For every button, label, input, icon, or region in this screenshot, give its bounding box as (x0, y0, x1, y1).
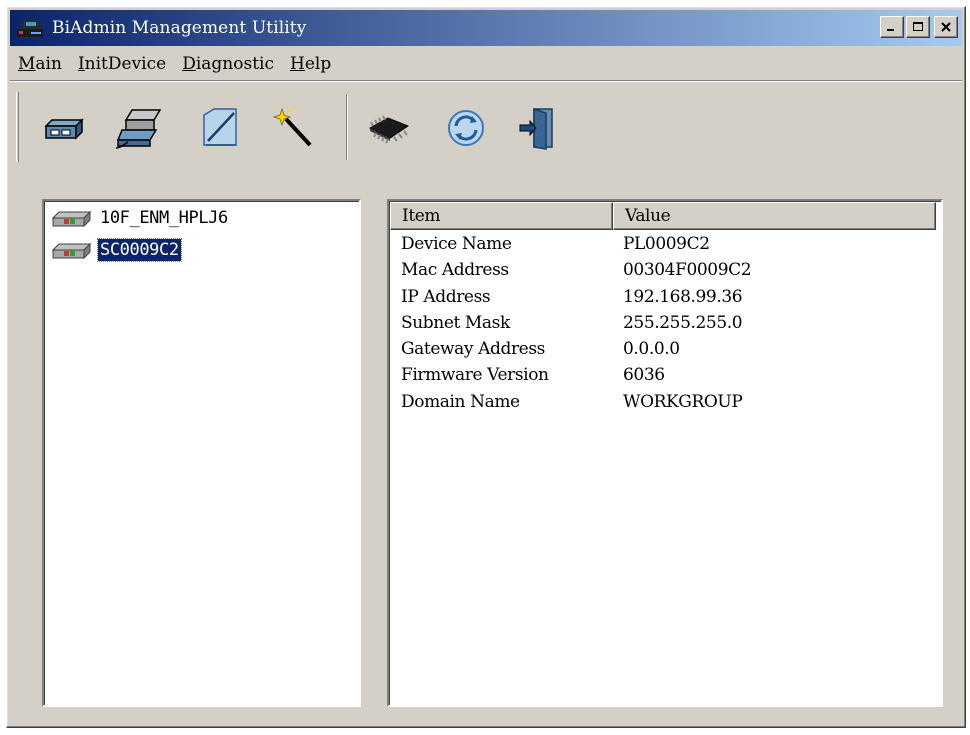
menu-diagnostic-label: iagnostic (195, 54, 274, 74)
menu-bar: Main InitDevice Diagnostic Help (10, 49, 339, 79)
list-row[interactable]: Device Name PL0009C2 (390, 231, 938, 257)
row-item: Subnet Mask (401, 312, 510, 333)
device-icon (51, 242, 92, 260)
window-title: BiAdmin Management Utility (52, 18, 307, 38)
menu-diagnostic-accel: D (182, 54, 196, 74)
list-header: Item Value (390, 202, 936, 230)
menu-main-label: ain (35, 54, 62, 74)
row-item: IP Address (401, 286, 491, 307)
row-item: Domain Name (401, 391, 520, 412)
menu-separator (10, 80, 962, 82)
menu-help-accel: H (290, 54, 305, 74)
row-value: WORKGROUP (623, 391, 743, 412)
printer-server-icon (115, 109, 162, 149)
row-item: Mac Address (401, 260, 509, 281)
exit-button[interactable] (510, 100, 566, 156)
wizard-button[interactable] (266, 100, 322, 156)
column-header-item[interactable]: Item (390, 202, 613, 230)
toolbar-separator (346, 94, 348, 160)
tree-item-device-2[interactable]: SC0009C2 (50, 237, 182, 263)
tree-item-device-1[interactable]: 10F_ENM_HPLJ6 (50, 205, 230, 231)
menu-initdevice-accel: I (77, 54, 85, 74)
row-item: Firmware Version (401, 365, 549, 386)
exit-door-icon (519, 107, 553, 150)
app-icon[interactable] (16, 17, 44, 39)
magic-wand-icon (272, 106, 312, 147)
list-row[interactable]: Firmware Version 6036 (390, 362, 938, 388)
list-rows: Device Name PL0009C2 Mac Address 00304F0… (390, 231, 938, 415)
list-row[interactable]: Domain Name WORKGROUP (390, 389, 938, 415)
title-bar[interactable]: BiAdmin Management Utility (10, 10, 962, 46)
close-icon (941, 22, 951, 32)
menu-initdevice[interactable]: InitDevice (70, 50, 174, 78)
maximize-icon (913, 22, 923, 31)
network-device-icon (44, 118, 84, 140)
row-item: Gateway Address (401, 339, 545, 360)
window-controls (880, 16, 958, 38)
maximize-button[interactable] (906, 16, 930, 38)
menu-main-accel: M (18, 54, 36, 74)
list-row[interactable]: Mac Address 00304F0009C2 (390, 257, 938, 283)
printer-server-button[interactable] (112, 100, 168, 156)
minimize-icon (887, 29, 894, 31)
list-row[interactable]: Subnet Mask 255.255.255.0 (390, 310, 938, 336)
row-value: 0.0.0.0 (623, 339, 680, 360)
row-value: 255.255.255.0 (623, 312, 743, 333)
refresh-icon (448, 110, 484, 146)
app-window: BiAdmin Management Utility Main InitDevi… (6, 6, 966, 728)
tree-item-label: 10F_ENM_HPLJ6 (100, 208, 228, 228)
row-value: 192.168.99.36 (623, 286, 743, 307)
device-icon (51, 210, 92, 228)
menu-diagnostic[interactable]: Diagnostic (174, 50, 282, 78)
row-item: Device Name (401, 234, 512, 254)
list-row[interactable]: IP Address 192.168.99.36 (390, 284, 938, 310)
row-value: PL0009C2 (623, 234, 710, 254)
toolbar-grip[interactable] (16, 92, 19, 162)
row-value: 00304F0009C2 (623, 260, 752, 281)
network-device-button[interactable] (36, 100, 92, 156)
menu-help[interactable]: Help (282, 50, 339, 78)
edit-pencil-icon (203, 108, 237, 146)
tree-item-label-selected: SC0009C2 (97, 238, 182, 262)
column-header-value[interactable]: Value (613, 202, 936, 230)
list-row[interactable]: Gateway Address 0.0.0.0 (390, 336, 938, 362)
device-tree[interactable]: 10F_ENM_HPLJ6 SC0009C2 (42, 199, 361, 707)
refresh-button[interactable] (438, 100, 494, 156)
device-details-list[interactable]: Item Value Device Name PL0009C2 Mac Addr… (387, 199, 943, 707)
close-button[interactable] (934, 16, 958, 38)
menu-main[interactable]: Main (10, 50, 70, 78)
firmware-button[interactable] (360, 100, 416, 156)
menu-help-label: elp (304, 54, 332, 74)
row-value: 6036 (623, 365, 665, 386)
edit-button[interactable] (192, 100, 248, 156)
minimize-button[interactable] (880, 16, 904, 38)
menu-initdevice-label: nitDevice (84, 54, 167, 74)
toolbar (10, 84, 962, 170)
memory-chip-icon (368, 115, 410, 144)
